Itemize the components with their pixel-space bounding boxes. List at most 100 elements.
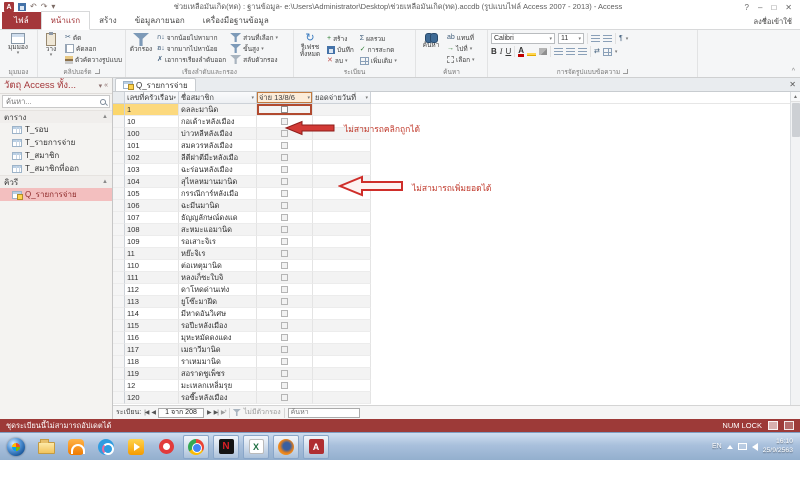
paid-checkbox[interactable] <box>281 142 288 149</box>
amount-date-cell[interactable] <box>313 128 371 140</box>
member-name-cell[interactable]: ฉะมีนมานิด <box>179 200 257 212</box>
collapse-ribbon-button[interactable]: ^ <box>792 68 795 75</box>
paid-checkbox-cell[interactable] <box>257 296 313 308</box>
numbering-icon[interactable] <box>603 35 612 42</box>
save-icon[interactable] <box>18 3 26 11</box>
first-record-button[interactable]: |◀ <box>144 409 148 416</box>
row-selector[interactable] <box>113 164 125 176</box>
member-name-cell[interactable]: หย๊ะจิเร <box>179 248 257 260</box>
member-name-cell[interactable]: ยูโซ๊ะมาฝีด <box>179 296 257 308</box>
replace-button[interactable]: abแทนที่ <box>447 33 475 42</box>
member-name-cell[interactable]: เมธาวีมานิด <box>179 344 257 356</box>
underline-button[interactable]: U <box>505 47 511 56</box>
member-name-cell[interactable]: มะเหลกเหลิ่มรุย <box>179 380 257 392</box>
column-header-household-id[interactable]: เลขที่ครัวเรือน▾ <box>125 92 179 104</box>
filter-dropdown-icon[interactable]: ▾ <box>251 95 254 101</box>
align-left-icon[interactable] <box>554 48 563 55</box>
filter-dropdown-icon[interactable]: ▾ <box>173 95 176 101</box>
member-name-cell[interactable]: ดลละมานิด <box>179 104 257 116</box>
paid-checkbox-cell[interactable] <box>257 224 313 236</box>
cut-button[interactable]: ✂ตัด <box>65 33 122 42</box>
paid-checkbox-cell[interactable] <box>257 116 313 128</box>
paid-checkbox[interactable] <box>281 202 288 209</box>
row-selector[interactable] <box>113 212 125 224</box>
household-id-cell[interactable]: 107 <box>125 212 179 224</box>
amount-date-cell[interactable] <box>313 344 371 356</box>
italic-button[interactable]: I <box>500 47 503 56</box>
scrollbar-thumb[interactable] <box>792 103 800 137</box>
select-all-corner[interactable] <box>113 92 125 104</box>
paid-checkbox[interactable] <box>281 178 288 185</box>
dialog-launcher-icon[interactable] <box>95 69 100 74</box>
nav-search-box[interactable] <box>2 95 110 108</box>
goto-button[interactable]: →ไปที่▾ <box>447 44 475 53</box>
totals-button[interactable]: Σผลรวม <box>360 34 397 43</box>
ribbon-tab[interactable]: ไฟล์ <box>2 12 41 29</box>
save-record-button[interactable]: บันทึก <box>327 45 354 54</box>
sort-ascending-button[interactable]: ก↓จากน้อยไปหามาก <box>157 33 226 42</box>
member-name-cell[interactable]: ต่อเหตุมานิด <box>179 260 257 272</box>
paid-checkbox-cell[interactable] <box>257 332 313 344</box>
amount-date-cell[interactable] <box>313 320 371 332</box>
baidu-browser-icon[interactable] <box>93 435 119 459</box>
member-name-cell[interactable]: กอเด้าะหลังเมือง <box>179 116 257 128</box>
opera-icon[interactable] <box>153 435 179 459</box>
bullets-icon[interactable] <box>591 35 600 42</box>
household-id-cell[interactable]: 112 <box>125 284 179 296</box>
paid-checkbox[interactable] <box>281 298 288 305</box>
nav-table-item[interactable]: T_สมาชิก <box>0 149 112 162</box>
nav-search-input[interactable] <box>6 97 98 106</box>
amount-date-cell[interactable] <box>313 236 371 248</box>
member-name-cell[interactable]: รอเสาะจิเร <box>179 236 257 248</box>
member-name-cell[interactable]: รอซี๊ะหลังเมือง <box>179 392 257 404</box>
network-icon[interactable] <box>738 443 747 450</box>
firefox-icon[interactable] <box>273 435 299 459</box>
new-record-button[interactable]: +สร้าง <box>327 34 354 43</box>
align-center-icon[interactable] <box>566 48 575 55</box>
row-selector[interactable] <box>113 236 125 248</box>
paid-checkbox[interactable] <box>281 226 288 233</box>
paid-checkbox-cell[interactable] <box>257 236 313 248</box>
previous-record-button[interactable]: ◀ <box>151 409 155 416</box>
font-color-button[interactable]: A <box>518 47 524 57</box>
paid-checkbox-cell[interactable] <box>257 284 313 296</box>
filter-dropdown-icon[interactable]: ▾ <box>365 95 368 101</box>
row-selector[interactable] <box>113 380 125 392</box>
member-name-cell[interactable]: ฉะร่อนหลังเมือง <box>179 164 257 176</box>
chrome-icon[interactable] <box>183 435 209 459</box>
maximize-button[interactable]: □ <box>767 3 780 12</box>
amount-date-cell[interactable] <box>313 224 371 236</box>
amount-date-cell[interactable] <box>313 260 371 272</box>
paid-checkbox-cell[interactable] <box>257 320 313 332</box>
amount-date-cell[interactable] <box>313 152 371 164</box>
household-id-cell[interactable]: 101 <box>125 140 179 152</box>
paid-checkbox-cell[interactable] <box>257 344 313 356</box>
row-selector[interactable] <box>113 140 125 152</box>
row-selector[interactable] <box>113 188 125 200</box>
member-name-cell[interactable]: สุไหลหมานมานิด <box>179 176 257 188</box>
member-name-cell[interactable]: หลงเก็ซะใบจิ <box>179 272 257 284</box>
amount-date-cell[interactable] <box>313 356 371 368</box>
paid-checkbox[interactable] <box>281 346 288 353</box>
paid-checkbox[interactable] <box>281 166 288 173</box>
household-id-cell[interactable]: 106 <box>125 200 179 212</box>
row-selector[interactable] <box>113 284 125 296</box>
file-explorer-icon[interactable] <box>33 435 59 459</box>
household-id-cell[interactable]: 100 <box>125 128 179 140</box>
household-id-cell[interactable]: 104 <box>125 176 179 188</box>
household-id-cell[interactable]: 111 <box>125 272 179 284</box>
paid-checkbox[interactable] <box>281 394 288 401</box>
member-name-cell[interactable]: สะหมะแอมานิด <box>179 224 257 236</box>
help-button[interactable]: ? <box>741 3 753 12</box>
paid-checkbox[interactable] <box>281 322 288 329</box>
close-button[interactable]: ✕ <box>781 3 796 12</box>
row-selector[interactable] <box>113 356 125 368</box>
language-indicator[interactable]: EN <box>712 443 722 450</box>
household-id-cell[interactable]: 114 <box>125 308 179 320</box>
row-selector[interactable] <box>113 224 125 236</box>
household-id-cell[interactable]: 119 <box>125 368 179 380</box>
vertical-scrollbar[interactable]: ▲ <box>790 92 800 405</box>
row-selector[interactable] <box>113 368 125 380</box>
row-selector[interactable] <box>113 260 125 272</box>
volume-icon[interactable] <box>752 443 758 451</box>
